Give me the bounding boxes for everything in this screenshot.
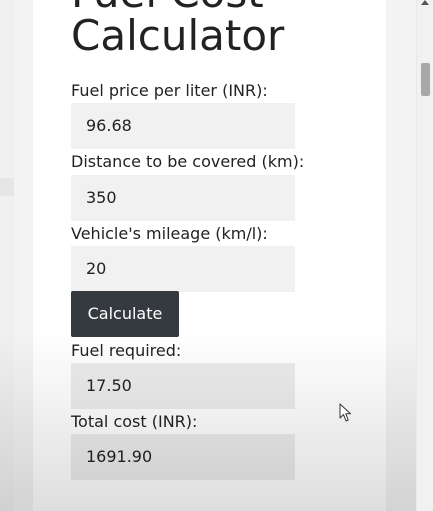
calculate-button[interactable]: Calculate <box>71 291 179 337</box>
vertical-scrollbar[interactable] <box>416 0 433 511</box>
mileage-label: Vehicle's mileage (km/l): <box>71 224 268 243</box>
distance-label: Distance to be covered (km): <box>71 152 305 171</box>
fuel-price-input[interactable] <box>71 103 295 149</box>
fuel-required-output <box>71 363 295 409</box>
total-cost-label: Total cost (INR): <box>71 412 198 431</box>
mouse-pointer-icon <box>339 403 351 422</box>
left-side-panel <box>0 0 14 511</box>
right-gutter <box>386 0 416 511</box>
fuel-price-label: Fuel price per liter (INR): <box>71 81 268 100</box>
page-title-line-2: Calculator <box>71 11 285 60</box>
fuel-required-label: Fuel required: <box>71 341 182 360</box>
mileage-input[interactable] <box>71 246 295 292</box>
left-panel-band <box>0 178 14 196</box>
distance-input[interactable] <box>71 175 295 221</box>
screen: Fuel Cost Calculator Fuel price per lite… <box>0 0 433 511</box>
scrollbar-thumb[interactable] <box>421 63 430 96</box>
total-cost-output <box>71 434 295 480</box>
scroll-up-arrow-icon[interactable] <box>421 0 429 5</box>
